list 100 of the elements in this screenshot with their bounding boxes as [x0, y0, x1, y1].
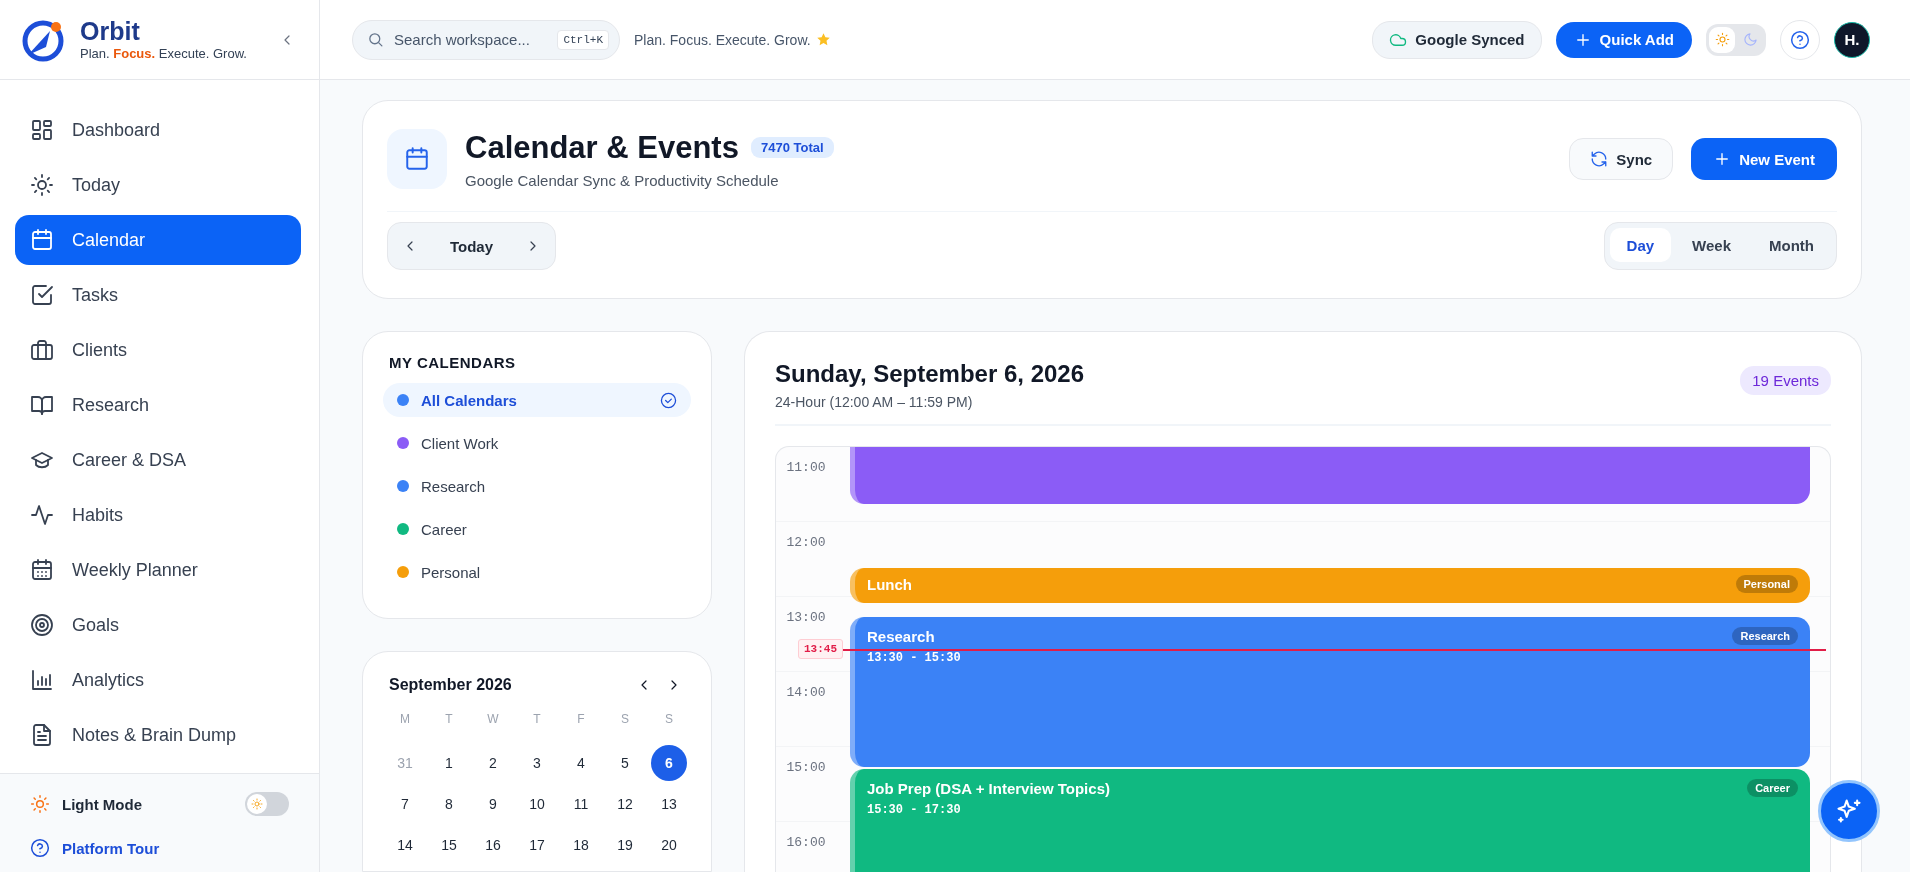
- weekday-label: S: [621, 712, 629, 728]
- document-icon: [30, 723, 54, 747]
- bar-chart-icon: [30, 668, 54, 692]
- sync-status: Google Synced: [1372, 20, 1542, 59]
- calendar-day[interactable]: 9: [475, 786, 511, 822]
- calendar-day[interactable]: 2: [475, 745, 511, 781]
- theme-toggle[interactable]: [1706, 23, 1766, 56]
- view-tab[interactable]: Week: [1675, 228, 1748, 262]
- page-subtitle: Google Calendar Sync & Productivity Schedule: [465, 171, 780, 189]
- nav-item[interactable]: Habits: [15, 490, 301, 540]
- help-icon: [1790, 29, 1810, 50]
- nav-item[interactable]: Notes & Brain Dump: [15, 710, 301, 760]
- day-subtitle: 24-Hour (12:00 AM – 11:59 PM): [775, 394, 974, 410]
- nav-item[interactable]: Goals: [15, 600, 301, 650]
- calendar-day[interactable]: 11: [563, 786, 599, 822]
- light-theme-option[interactable]: [1709, 26, 1735, 53]
- sun-icon: [251, 798, 263, 810]
- weekday-label: M: [400, 712, 410, 728]
- calendar-day[interactable]: 19: [607, 827, 643, 863]
- hour-label: 15:00: [785, 760, 827, 775]
- calendar-day[interactable]: 13: [651, 786, 687, 822]
- platform-tour-link[interactable]: Platform Tour: [30, 838, 289, 858]
- calendar-day[interactable]: 3: [519, 745, 555, 781]
- moon-icon: [1742, 32, 1758, 47]
- hour-label: 16:00: [785, 835, 827, 850]
- calendar-day[interactable]: 6: [651, 745, 687, 781]
- calendar-icon: [404, 146, 430, 172]
- calendar-day[interactable]: 16: [475, 827, 511, 863]
- calendar-filter[interactable]: All Calendars: [383, 383, 691, 417]
- event-block[interactable]: Research Research 13:30 - 15:30: [850, 617, 1810, 767]
- today-button[interactable]: Today: [432, 237, 512, 255]
- calendar-filter[interactable]: Research: [383, 469, 691, 503]
- calendar-day[interactable]: 17: [519, 827, 555, 863]
- calendar-grid-icon: [30, 558, 54, 582]
- events-count-badge: 19 Events: [1740, 366, 1831, 395]
- event-time: 13:30 - 15:30: [867, 651, 962, 665]
- search-field[interactable]: Search workspace...: [394, 31, 548, 48]
- quick-add-button[interactable]: Quick Add: [1555, 21, 1692, 58]
- sun-icon: [1714, 32, 1730, 47]
- light-mode-toggle[interactable]: [245, 792, 289, 816]
- brand-name: Orbit: [80, 18, 141, 46]
- check-circle-icon: [660, 391, 677, 409]
- hour-label: 11:00: [785, 460, 827, 475]
- event-time: 15:30 - 17:30: [867, 803, 962, 817]
- nav-item[interactable]: Dashboard: [15, 105, 301, 155]
- checkbox-icon: [30, 283, 54, 307]
- view-tab[interactable]: Day: [1609, 228, 1672, 262]
- calendar-day[interactable]: 12: [607, 786, 643, 822]
- view-tab[interactable]: Month: [1752, 228, 1831, 262]
- nav-item[interactable]: Weekly Planner: [15, 545, 301, 595]
- calendar-day[interactable]: 8: [431, 786, 467, 822]
- brand-tagline: Plan. Focus. Execute. Grow.: [80, 45, 248, 61]
- section-heading: MY CALENDARS: [389, 354, 517, 371]
- help-button[interactable]: [1780, 19, 1820, 60]
- motto-text: Plan. Focus. Execute. Grow.: [634, 31, 811, 48]
- weekday-label: W: [487, 712, 499, 728]
- calendar-day[interactable]: 18: [563, 827, 599, 863]
- sun-icon: [30, 794, 50, 814]
- weekday-label: T: [445, 712, 453, 728]
- nav-item[interactable]: Today: [15, 160, 301, 210]
- calendar-filter[interactable]: Personal: [383, 555, 691, 589]
- day-title: Sunday, September 6, 2026: [775, 360, 1086, 388]
- sparkle-icon: [1835, 797, 1863, 825]
- event-tag: Career: [1747, 779, 1798, 797]
- weekday-label: S: [665, 712, 673, 728]
- help-icon: [30, 838, 50, 858]
- refresh-icon: [1590, 150, 1609, 168]
- nav-item[interactable]: Tasks: [15, 270, 301, 320]
- sun-icon: [30, 173, 54, 197]
- target-icon: [30, 613, 54, 637]
- search-icon: [367, 31, 384, 48]
- nav-item[interactable]: Clients: [15, 325, 301, 375]
- calendar-day[interactable]: 14: [387, 827, 423, 863]
- user-avatar[interactable]: H.: [1834, 21, 1870, 58]
- calendar-day[interactable]: 7: [387, 786, 423, 822]
- calendar-day[interactable]: 4: [563, 745, 599, 781]
- calendar-filter[interactable]: Career: [383, 512, 691, 546]
- calendar-day[interactable]: 5: [607, 745, 643, 781]
- shortcut-hint: Ctrl+K: [557, 29, 609, 50]
- sync-button[interactable]: Sync: [1569, 138, 1674, 180]
- event-block[interactable]: Job Prep (DSA + Interview Topics) Career 15:30 - 17:30: [850, 769, 1810, 872]
- total-badge: 7470 Total: [750, 137, 834, 158]
- weekday-label: T: [533, 712, 541, 728]
- weekday-label: F: [577, 712, 585, 728]
- nav-item[interactable]: Calendar: [15, 215, 301, 265]
- nav-item[interactable]: Analytics: [15, 655, 301, 705]
- calendar-day[interactable]: 1: [431, 745, 467, 781]
- star-icon: [815, 32, 831, 47]
- nav-item[interactable]: Research: [15, 380, 301, 430]
- hour-label: 14:00: [785, 685, 827, 700]
- nav-item[interactable]: Career & DSA: [15, 435, 301, 485]
- new-event-button[interactable]: New Event: [1691, 138, 1837, 180]
- calendar-filter[interactable]: Client Work: [383, 426, 691, 460]
- calendar-day[interactable]: 15: [431, 827, 467, 863]
- briefcase-icon: [30, 338, 54, 362]
- calendar-day[interactable]: 20: [651, 827, 687, 863]
- calendar-day[interactable]: 10: [519, 786, 555, 822]
- hour-label: 12:00: [785, 535, 827, 550]
- book-icon: [30, 393, 54, 417]
- light-mode-label: Light Mode: [62, 795, 143, 813]
